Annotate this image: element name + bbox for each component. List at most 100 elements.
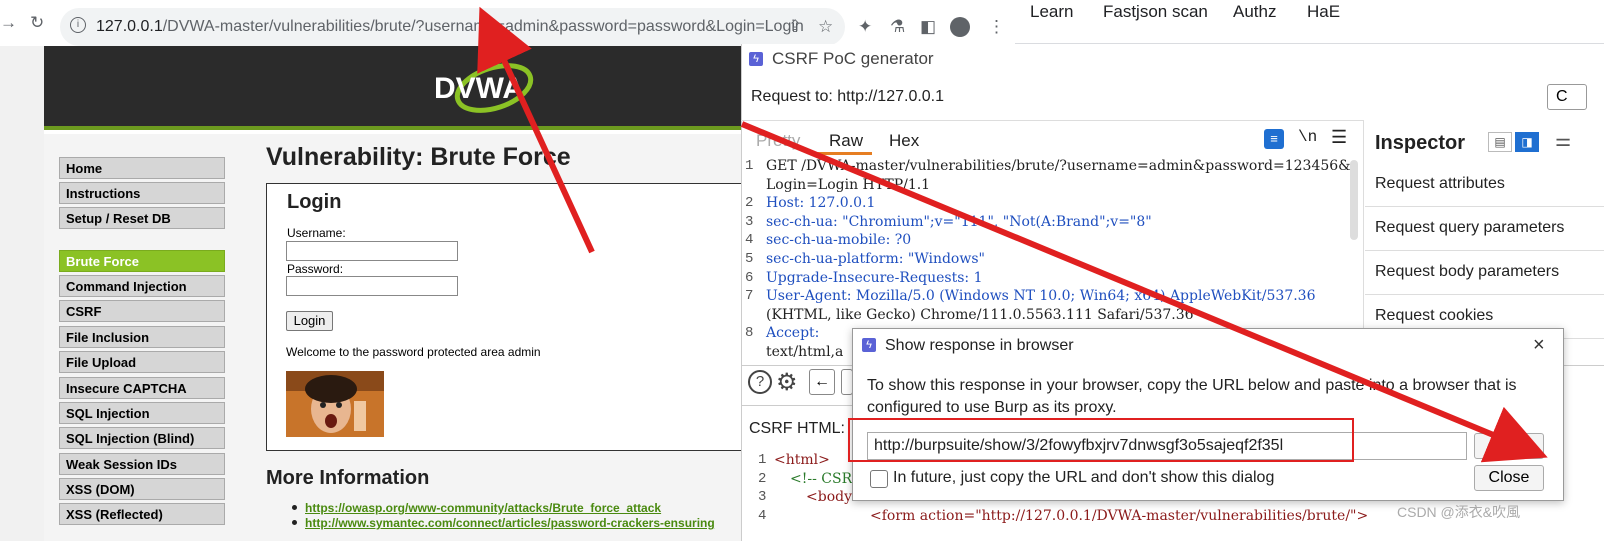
bookmark-fastjson[interactable]: Fastjson scan [1103,2,1208,22]
profile-avatar-icon[interactable] [950,17,970,37]
more-info-heading: More Information [266,467,430,489]
share-icon[interactable]: ⇪ [788,17,802,37]
csrf-html-label: CSRF HTML: [749,420,845,437]
line-number: 2 [745,195,754,212]
bookmark-hae[interactable]: HaE [1307,2,1340,22]
request-line: User-Agent: Mozilla/5.0 (Windows NT 10.0… [766,288,1316,305]
menu-item[interactable]: XSS (DOM) [59,478,225,500]
dont-show-checkbox[interactable] [870,470,888,488]
bullet-icon [292,520,297,525]
watermark: CSDN @添衣&吹風 [1397,504,1521,520]
divider [741,405,853,406]
close-icon[interactable]: × [1533,334,1545,357]
username-input[interactable] [286,241,458,261]
line-number: 4 [758,507,767,524]
request-line: GET /DVWA-master/vulnerabilities/brute/?… [766,158,1351,174]
inspector-settings-icon[interactable]: ⚌ [1555,130,1571,151]
menu-item[interactable]: File Inclusion [59,326,225,348]
annotation-highlight-box [848,418,1354,462]
login-button[interactable]: Login [286,311,333,331]
inspector-query-params[interactable]: Request query parameters [1365,207,1604,251]
copy-button[interactable]: Copy [1474,433,1544,459]
dvwa-logo: DVWA [432,58,536,116]
tab-raw[interactable]: Raw [829,131,863,151]
menu-item[interactable]: Command Injection [59,275,225,297]
menu-item[interactable]: CSRF [59,300,225,322]
line-number: 5 [745,251,754,267]
bookmark-star-icon[interactable]: ☆ [818,17,833,37]
line-number: 2 [758,470,767,487]
info-icon[interactable]: i [70,17,86,33]
line-number: 1 [745,158,754,174]
help-icon[interactable]: ? [748,370,772,394]
settings-gear-icon[interactable]: ⚙ [776,368,798,397]
url-host: 127.0.0.1 [96,18,163,35]
flask-icon[interactable]: ⚗ [890,17,905,37]
request-line: Accept: [766,325,820,342]
menu-item[interactable]: Home [59,157,225,179]
line-number: 8 [745,325,754,342]
bookmark-authz[interactable]: Authz [1233,2,1276,22]
menu-item[interactable]: Insecure CAPTCHA [59,377,225,399]
burp-lightning-icon: ϟ [749,52,763,66]
request-line: sec-ch-ua-platform: "Windows" [766,251,985,267]
request-line: sec-ch-ua: "Chromium";v="111", "Not(A:Br… [766,213,1152,230]
editor-scrollbar[interactable] [1350,160,1358,240]
dont-show-label: In future, just copy the URL and don't s… [893,469,1275,486]
options-button[interactable]: C [1547,84,1587,110]
reload-icon[interactable]: ↻ [30,13,44,33]
inspector-body-params[interactable]: Request body parameters [1365,251,1604,295]
forward-icon[interactable]: → [0,13,17,33]
admin-photo [286,371,384,437]
dialog-title: Show response in browser [885,337,1074,354]
burp-lightning-icon: ϟ [862,338,876,352]
hamburger-menu-icon[interactable]: ☰ [1331,127,1347,148]
login-heading: Login [287,191,342,213]
address-bar[interactable]: i 127.0.0.1/DVWA-master/vulnerabilities/… [60,8,845,46]
extensions-icon[interactable]: ✦ [858,17,872,37]
wrap-lines-icon[interactable]: ≡ [1264,129,1284,149]
request-to: Request to: http://127.0.0.1 [751,88,945,105]
request-line: text/html,a [766,344,844,360]
welcome-text: Welcome to the password protected area a… [286,345,541,359]
menu-item[interactable]: SQL Injection [59,402,225,424]
symantec-link[interactable]: http://www.symantec.com/connect/articles… [305,516,741,530]
menu-item[interactable]: Weak Session IDs [59,453,225,475]
inspector-title: Inspector [1375,132,1466,154]
line-number: 4 [745,232,754,249]
request-line: (KHTML, like Gecko) Chrome/111.0.5563.11… [766,306,1194,323]
url-path: /DVWA-master/vulnerabilities/brute/?user… [162,18,804,35]
password-input[interactable] [286,276,458,296]
inspector-request-attributes[interactable]: Request attributes [1365,163,1604,207]
page-title: Vulnerability: Brute Force [266,143,571,171]
newline-toggle[interactable]: \n [1298,128,1317,146]
sidepanel-icon[interactable]: ◧ [920,17,936,37]
page-margin [0,46,44,541]
menu-item[interactable]: Brute Force [59,250,225,272]
menu-item[interactable]: Setup / Reset DB [59,207,225,229]
bullet-icon [292,505,297,510]
menu-item[interactable]: XSS (Reflected) [59,503,225,525]
line-number: 3 [745,213,754,230]
line-number: 1 [758,452,767,468]
request-line: Upgrade-Insecure-Requests: 1 [766,269,983,286]
close-button[interactable]: Close [1474,465,1544,491]
csrf-html-line: <html> [774,452,830,468]
menu-item[interactable]: Instructions [59,182,225,204]
list-view-icon[interactable]: ▤ [1488,132,1512,152]
browser-toolbar: → ↻ i 127.0.0.1/DVWA-master/vulnerabilit… [0,0,1015,46]
menu-item[interactable]: File Upload [59,351,225,373]
bookmark-learn[interactable]: Learn [1030,2,1073,22]
line-number: 6 [745,269,754,286]
back-arrow-icon[interactable]: ← [809,369,835,395]
dvwa-header [44,46,744,130]
tab-pretty[interactable]: Pretty [756,131,800,151]
username-label: Username: [287,226,346,240]
split-view-icon[interactable]: ◨ [1515,132,1539,152]
menu-item[interactable]: SQL Injection (Blind) [59,427,225,449]
menu-kebab-icon[interactable]: ⋮ [988,17,1005,37]
owasp-link[interactable]: https://owasp.org/www-community/attacks/… [305,501,661,515]
request-line: Login=Login HTTP/1.1 [766,176,931,193]
tab-hex[interactable]: Hex [889,131,919,151]
request-line: sec-ch-ua-mobile: ?0 [766,232,912,249]
